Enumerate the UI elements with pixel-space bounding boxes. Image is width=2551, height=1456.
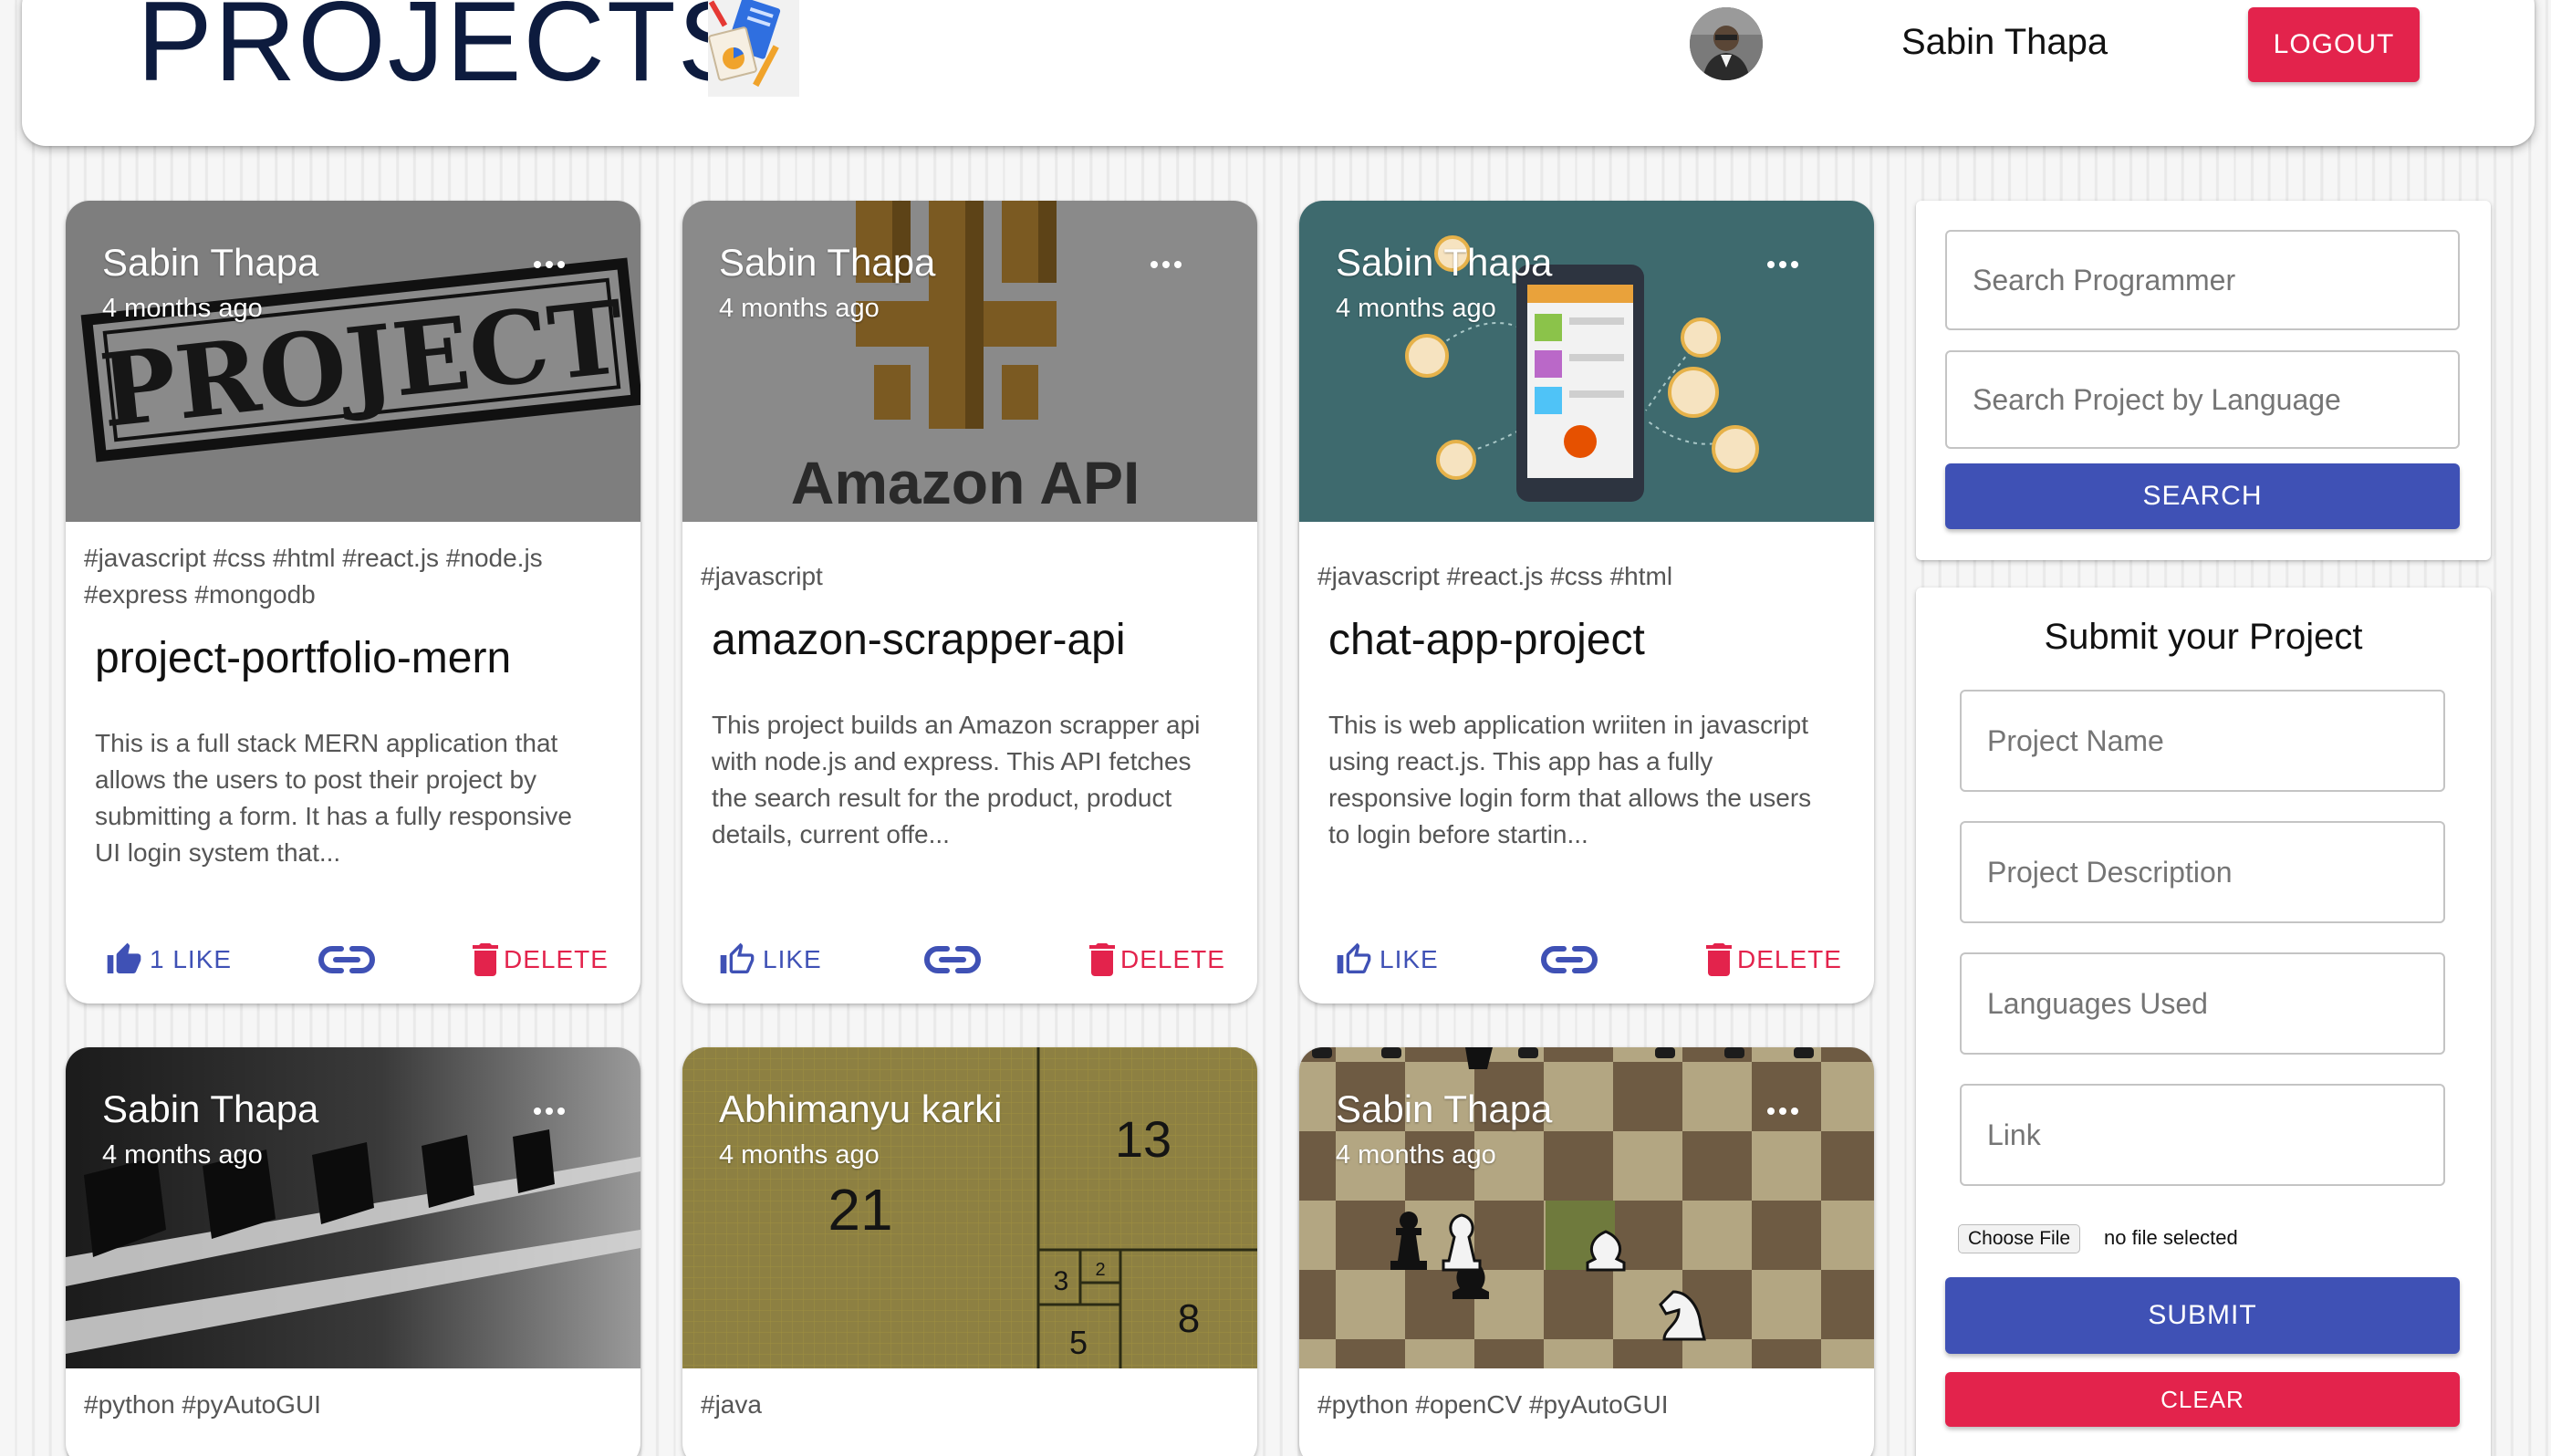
fib-number: 13 [1115,1110,1171,1168]
search-language-input[interactable] [1945,350,2460,449]
delete-button[interactable]: DELETE [1089,940,1225,980]
card-title[interactable]: project-portfolio-mern [66,633,640,683]
fib-number: 2 [1095,1260,1105,1280]
card-tags: #python #pyAutoGUI [84,1390,321,1419]
project-card: Sabin Thapa 4 months ago #python #pyAuto… [66,1047,640,1456]
project-card: Amazon API Sabin Thapa 4 months ago #jav… [682,201,1257,1004]
project-card: Sabin Thapa 4 months ago #python #openCV… [1299,1047,1874,1456]
card-description: This project builds an Amazon scrapper a… [712,711,1201,848]
like-label: LIKE [763,945,822,973]
card-media: Sabin Thapa 4 months ago [66,1047,640,1368]
thumb-up-outline-icon [1337,942,1371,973]
submit-panel-title: Submit your Project [2044,617,2363,657]
card-time: 4 months ago [719,294,880,323]
submit-button[interactable]: SUBMIT [1945,1277,2460,1354]
card-author: Sabin Thapa [1336,241,1553,284]
card-media: PROJECT Sabin Thapa 4 months ago [66,201,640,522]
card-actions: LIKE DELETE [1299,921,1874,1004]
card-tags: #python #openCV #pyAutoGUI [1317,1390,1669,1419]
card-tags: #java [701,1390,762,1419]
card-time: 4 months ago [102,1140,263,1170]
trash-icon [473,943,498,976]
three-dots-icon [1767,1108,1775,1115]
like-label: 1 LIKE [150,945,233,973]
choose-file-button[interactable]: Choose File [1958,1224,2081,1253]
project-name-input[interactable] [1960,690,2445,792]
trash-icon [1706,943,1732,976]
card-author: Sabin Thapa [102,241,319,284]
page-title: PROJECTS [137,0,755,105]
fib-number: 5 [1069,1324,1088,1361]
more-options-button[interactable] [522,1093,577,1129]
link-input[interactable] [1960,1084,2445,1186]
more-options-button[interactable] [1755,246,1810,283]
search-programmer-input[interactable] [1945,230,2460,330]
card-author: Sabin Thapa [102,1087,319,1130]
thumb-up-icon [107,942,141,973]
card-tags: #javascript #react.js #css #html [1317,562,1673,590]
three-dots-icon [534,261,541,268]
more-options-button[interactable] [522,246,577,283]
card-actions: LIKE DELETE [682,921,1257,1004]
project-description-input[interactable] [1960,821,2445,923]
search-button[interactable]: SEARCH [1945,463,2460,529]
delete-label: DELETE [504,945,609,973]
card-author: Abhimanyu karki [719,1087,1003,1130]
like-button[interactable]: LIKE [719,940,822,980]
like-button[interactable]: 1 LIKE [106,940,232,980]
link-icon[interactable] [1540,941,1598,978]
avatar[interactable] [1690,7,1763,80]
card-media: Sabin Thapa 4 months ago [1299,1047,1874,1368]
card-tags: #javascript [701,562,823,590]
project-card: PROJECT Sabin Thapa 4 months ago #javasc… [66,201,640,1004]
card-author: Sabin Thapa [719,241,936,284]
like-button[interactable]: LIKE [1336,940,1439,980]
trash-icon [1089,943,1115,976]
delete-button[interactable]: DELETE [473,940,609,980]
file-status: no file selected [2104,1226,2238,1249]
clipboard-pen-icon [708,0,799,97]
three-dots-icon [1767,261,1775,268]
card-title[interactable]: chat-app-project [1299,615,1874,665]
fib-number: 21 [828,1177,892,1243]
card-media: Sabin Thapa 4 months ago [1299,201,1874,522]
card-media: Amazon API Sabin Thapa 4 months ago [682,201,1257,522]
project-card: Sabin Thapa 4 months ago #javascript #re… [1299,201,1874,1004]
card-time: 4 months ago [1336,294,1496,323]
like-label: LIKE [1380,945,1439,973]
card-time: 4 months ago [719,1140,880,1170]
card-time: 4 months ago [102,294,263,323]
user-name: Sabin Thapa [1901,22,2108,62]
card-actions: 1 LIKE DELETE [66,921,640,1004]
card-media: 13 21 3 2 8 5 Abhimanyu karki 4 months a… [682,1047,1257,1368]
project-card: 13 21 3 2 8 5 Abhimanyu karki 4 months a… [682,1047,1257,1456]
card-description: This is a full stack MERN application th… [95,729,572,867]
card-description: This is web application wriiten in javas… [1328,711,1812,848]
card-author: Sabin Thapa [1336,1087,1553,1130]
image-caption: Amazon API [791,449,1140,516]
clear-button[interactable]: CLEAR [1945,1372,2460,1427]
card-title[interactable]: amazon-scrapper-api [682,615,1257,665]
card-tags: #javascript #css #html #react.js #node.j… [84,544,543,572]
three-dots-icon [1151,261,1158,268]
card-time: 4 months ago [1336,1140,1496,1170]
avatar-image [1690,7,1763,80]
delete-button[interactable]: DELETE [1706,940,1842,980]
languages-used-input[interactable] [1960,952,2445,1055]
more-options-button[interactable] [1139,246,1193,283]
more-options-button[interactable] [1755,1093,1810,1129]
fib-number: 3 [1054,1266,1069,1296]
fib-number: 8 [1178,1296,1200,1341]
link-icon[interactable] [923,941,982,978]
delete-label: DELETE [1737,945,1842,973]
delete-label: DELETE [1120,945,1225,973]
three-dots-icon [534,1108,541,1115]
thumb-up-outline-icon [720,942,755,973]
card-tags: #express #mongodb [84,580,316,608]
logout-button[interactable]: LOGOUT [2248,7,2420,82]
app-header: PROJECTS Sabin Thapa LOGOUT [22,0,2535,146]
link-icon[interactable] [318,941,376,978]
